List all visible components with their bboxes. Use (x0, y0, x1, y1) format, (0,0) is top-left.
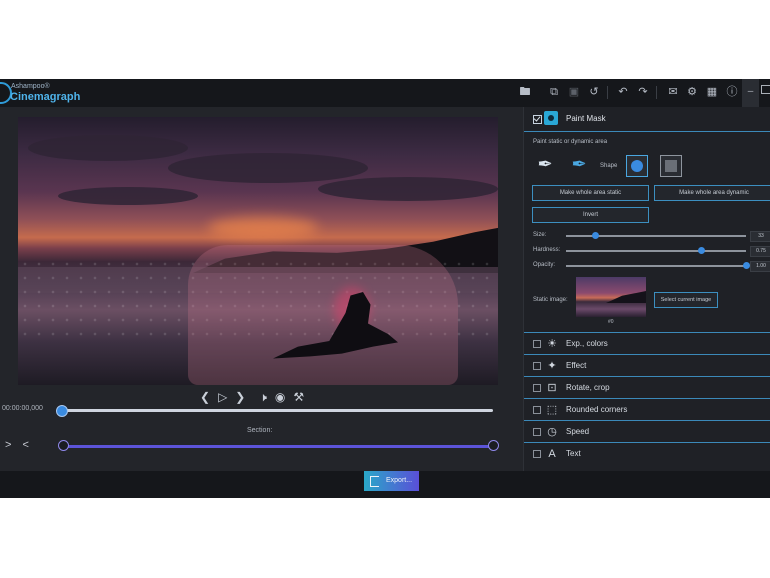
maximize-button[interactable] (761, 85, 770, 94)
timeline-knob[interactable] (56, 405, 68, 417)
cloud-shape (58, 187, 198, 205)
static-image-caption: #0 (608, 319, 614, 325)
section-track[interactable] (62, 445, 492, 448)
opacity-slider-track[interactable] (566, 265, 746, 267)
make-dynamic-button[interactable]: Make whole area dynamic (654, 185, 770, 201)
section-speed[interactable]: ◷ Speed (524, 420, 770, 443)
speed-icon: ◷ (547, 426, 557, 438)
circle-shape-button[interactable] (626, 155, 648, 177)
title-bar: Ashampoo® Cinemagraph 🖿 ⧉ ▣ ↺ ↶ ↷ ✉ ⚙ ▦ … (0, 79, 770, 107)
sunset-glow (208, 217, 318, 239)
wrench-icon[interactable]: ⚒ (293, 390, 304, 404)
play-icon[interactable]: ▷ (218, 390, 227, 404)
section-label: Section: (247, 427, 273, 434)
minimize-button[interactable]: – (742, 79, 759, 107)
opacity-label: Opacity: (533, 262, 556, 268)
section-end-handle[interactable] (488, 440, 499, 451)
info-icon[interactable]: ⓘ (725, 85, 739, 99)
undo-icon[interactable]: ↶ (616, 85, 630, 99)
toolbar-separator (607, 86, 608, 99)
app-window: Ashampoo® Cinemagraph 🖿 ⧉ ▣ ↺ ↶ ↷ ✉ ⚙ ▦ … (0, 79, 770, 498)
folder-icon[interactable]: 🖿 (518, 85, 532, 99)
toolbar-separator (656, 86, 657, 99)
timeline-track[interactable] (60, 409, 493, 412)
invert-button[interactable]: Invert (532, 207, 649, 223)
square-icon (665, 160, 677, 172)
paint-mask-subtitle: Paint static or dynamic area (533, 139, 608, 145)
chat-icon[interactable]: ✉ (666, 85, 680, 99)
size-value[interactable]: 33 (750, 231, 770, 242)
square-shape-button[interactable] (660, 155, 682, 177)
editor-area: ❮ ▷ ❯ 🕨 ◉ ⚒ 00:00:00,000 Section: > < (0, 107, 523, 471)
size-slider-knob[interactable] (591, 232, 599, 239)
section-nav[interactable]: > < (5, 439, 33, 451)
cloud-shape (168, 153, 368, 183)
next-frame-icon[interactable]: ❯ (235, 390, 245, 404)
hardness-slider-track[interactable] (566, 250, 746, 252)
static-image-label: Static image: (533, 297, 568, 303)
exp-colors-label: Exp., colors (566, 339, 608, 348)
static-brush-icon[interactable]: ✒ (532, 151, 558, 177)
paint-mask-title: Paint Mask (566, 114, 606, 123)
eye-icon[interactable]: ◉ (275, 390, 285, 404)
hardness-value[interactable]: 0.75 (750, 246, 770, 257)
gear-icon[interactable]: ⚙ (685, 85, 699, 99)
settings-panel: Paint Mask Paint static or dynamic area … (523, 107, 770, 471)
sun-icon: ☀ (547, 338, 557, 350)
hardness-label: Hardness: (533, 247, 561, 253)
effect-label: Effect (566, 361, 587, 370)
make-static-button[interactable]: Make whole area static (532, 185, 649, 201)
exp-colors-checkbox[interactable] (533, 340, 541, 348)
rotate-crop-label: Rotate, crop (566, 383, 610, 392)
crop-icon: ⊡ (547, 382, 557, 394)
dynamic-brush-icon[interactable]: ✒ (566, 151, 592, 177)
effect-icon: ✦ (547, 360, 557, 372)
hardness-slider-knob[interactable] (698, 247, 705, 254)
app-title: Cinemagraph (10, 91, 81, 103)
opacity-value[interactable]: 1.00 (750, 261, 770, 272)
text-icon: A (548, 448, 556, 460)
painted-mask-area (188, 245, 458, 385)
trash-icon[interactable]: ▣ (567, 85, 581, 99)
effect-checkbox[interactable] (533, 362, 541, 370)
playback-time: 00:00:00,000 (2, 405, 43, 412)
export-button[interactable]: Export... (364, 471, 419, 491)
shape-label: Shape (600, 163, 618, 169)
section-text[interactable]: A Text (524, 442, 770, 465)
opacity-slider-knob[interactable] (743, 262, 750, 269)
copy-icon[interactable]: ⧉ (547, 85, 561, 99)
playback-controls: ❮ ▷ ❯ 🕨 ◉ ⚒ (200, 389, 304, 405)
rotate-crop-checkbox[interactable] (533, 384, 541, 392)
size-label: Size: (533, 232, 547, 238)
cloud-shape (318, 177, 498, 201)
image-icon[interactable]: ▦ (705, 85, 719, 99)
previous-frame-icon[interactable]: ❮ (200, 390, 210, 404)
rounded-corners-label: Rounded corners (566, 405, 628, 414)
section-exp-colors[interactable]: ☀ Exp., colors (524, 332, 770, 355)
static-image-thumbnail[interactable] (576, 277, 646, 317)
speed-checkbox[interactable] (533, 428, 541, 436)
section-rounded-corners[interactable]: ⬚ Rounded corners (524, 398, 770, 421)
reset-icon[interactable]: ↺ (587, 85, 601, 99)
speed-label: Speed (566, 427, 590, 436)
corners-icon: ⬚ (546, 404, 558, 416)
text-checkbox[interactable] (533, 450, 541, 458)
paint-mask-checkbox[interactable] (533, 115, 542, 124)
cloud-shape (28, 135, 188, 161)
brand-name: Ashampoo® (11, 83, 50, 90)
paint-mask-icon (544, 111, 558, 125)
text-label: Text (566, 449, 581, 458)
select-current-image-button[interactable]: Select current image (654, 292, 718, 308)
export-icon (370, 476, 379, 487)
rounded-corners-checkbox[interactable] (533, 406, 541, 414)
section-start-handle[interactable] (58, 440, 69, 451)
volume-icon[interactable]: 🕨 (259, 390, 267, 404)
section-rotate-crop[interactable]: ⊡ Rotate, crop (524, 376, 770, 399)
section-effect[interactable]: ✦ Effect (524, 354, 770, 377)
redo-icon[interactable]: ↷ (636, 85, 650, 99)
video-preview[interactable] (18, 117, 498, 385)
circle-icon (631, 160, 643, 172)
export-label: Export... (386, 477, 413, 484)
paint-mask-header[interactable]: Paint Mask (524, 107, 770, 132)
